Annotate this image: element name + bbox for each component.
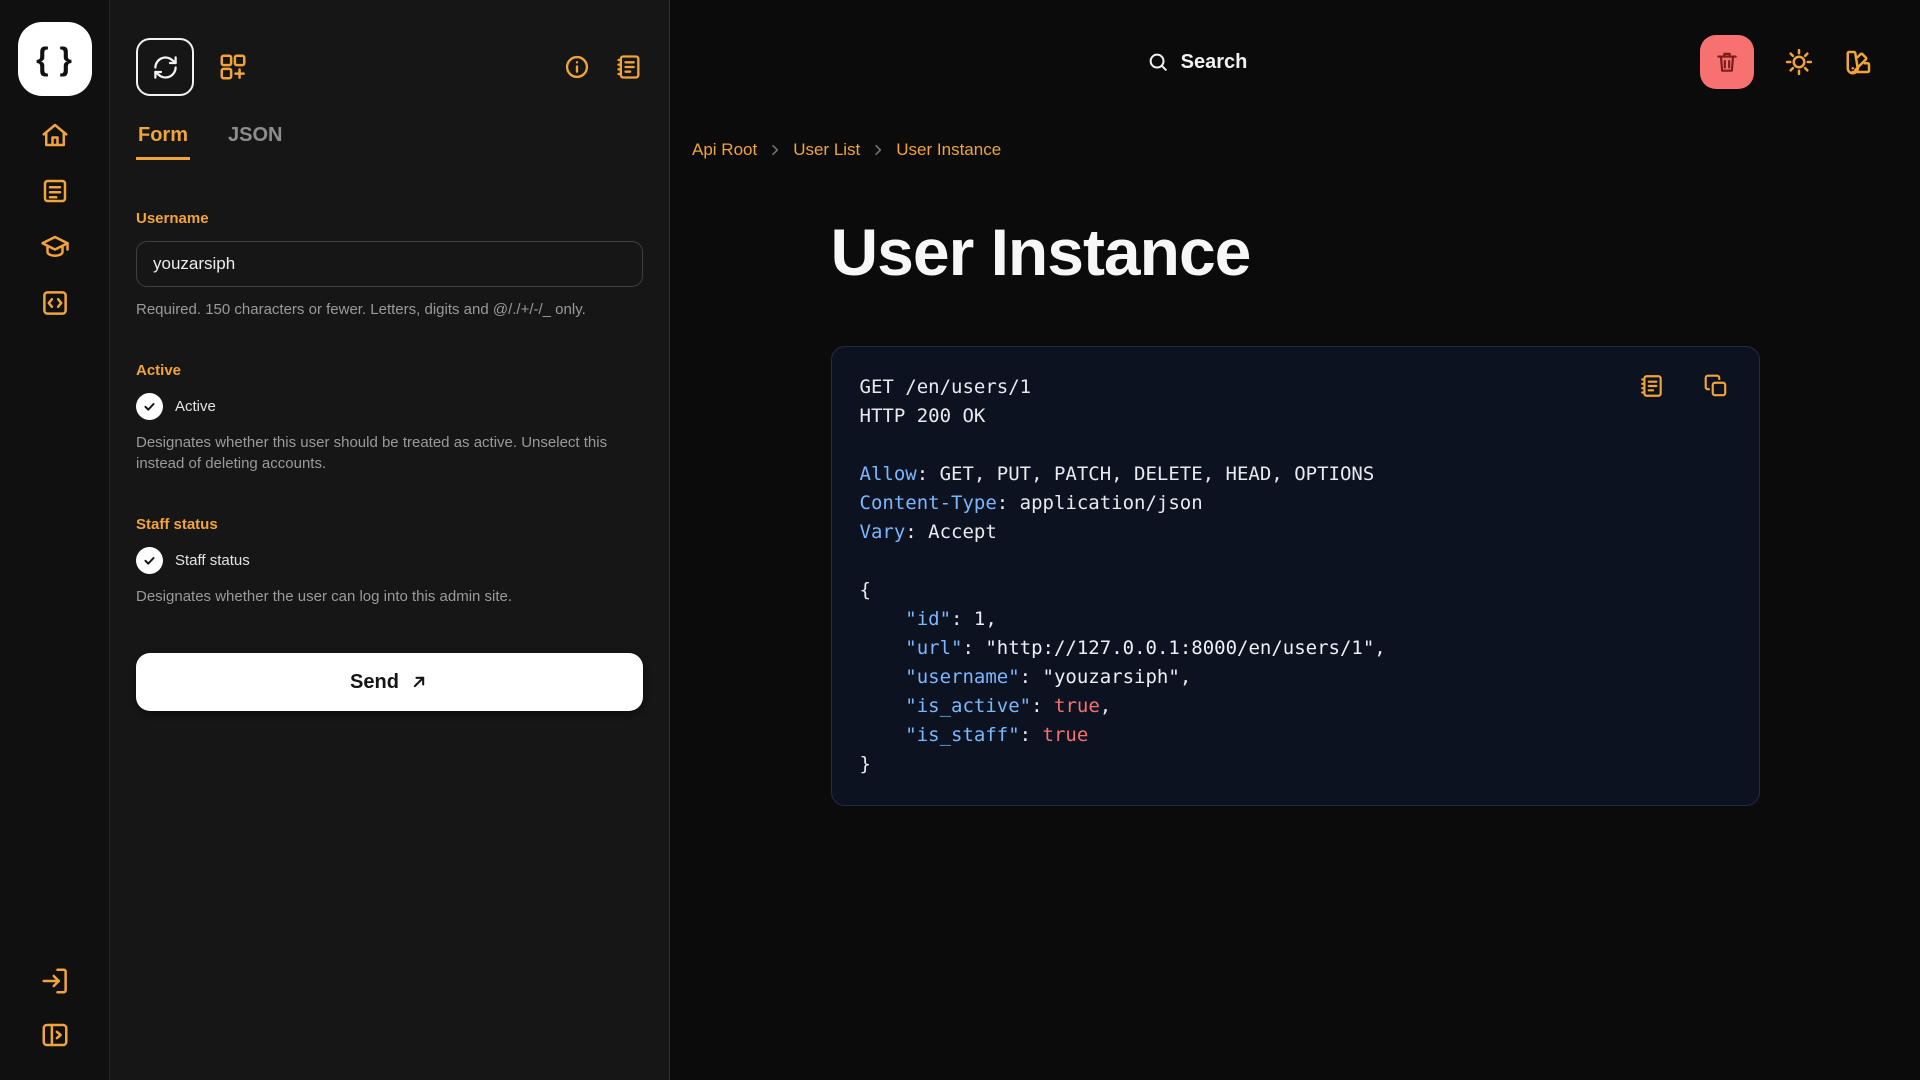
chevron-right-icon — [767, 142, 783, 158]
rail-nav — [40, 120, 70, 318]
main-header: Search — [670, 34, 1920, 90]
search-button[interactable]: Search — [1147, 51, 1248, 74]
docs-icon[interactable] — [40, 176, 70, 206]
rail-bottom — [40, 966, 70, 1050]
refresh-button[interactable] — [136, 38, 194, 96]
panel-tabs: Form JSON — [136, 124, 643, 160]
active-checkbox-row[interactable]: Active — [136, 393, 643, 420]
tab-json[interactable]: JSON — [226, 124, 284, 160]
theme-toggle-icon[interactable] — [1784, 47, 1814, 77]
copy-icon[interactable] — [1703, 373, 1729, 399]
staff-checkbox[interactable] — [136, 547, 163, 574]
trash-icon — [1714, 49, 1740, 75]
info-icon[interactable] — [563, 53, 591, 81]
header-icons — [1700, 35, 1874, 89]
collapse-sidebar-icon[interactable] — [40, 1020, 70, 1050]
delete-button[interactable] — [1700, 35, 1754, 89]
check-icon — [142, 399, 157, 414]
active-checkbox[interactable] — [136, 393, 163, 420]
send-button[interactable]: Send — [136, 653, 643, 711]
app-logo-glyph: { } — [36, 41, 73, 78]
breadcrumb-user-list[interactable]: User List — [793, 140, 860, 160]
breadcrumb: Api Root User List User Instance — [670, 140, 1920, 160]
response-card: GET /en/users/1HTTP 200 OK Allow: GET, P… — [831, 346, 1760, 806]
staff-label: Staff status — [136, 516, 643, 533]
search-wrap: Search — [694, 51, 1700, 74]
card-icons — [1639, 373, 1729, 399]
tab-form[interactable]: Form — [136, 124, 190, 160]
active-field: Active Active Designates whether this us… — [136, 362, 643, 474]
search-label: Search — [1181, 51, 1248, 74]
active-label: Active — [136, 362, 643, 379]
breadcrumb-user-instance[interactable]: User Instance — [896, 140, 1001, 160]
log-icon[interactable] — [615, 53, 643, 81]
send-label: Send — [350, 671, 399, 694]
page-content: User Instance GET /en/users/1HTTP 200 OK… — [831, 160, 1760, 806]
refresh-icon — [152, 54, 179, 81]
username-input[interactable] — [136, 241, 643, 287]
username-label: Username — [136, 210, 643, 227]
icon-rail: { } — [0, 0, 110, 1080]
active-checkbox-label: Active — [175, 398, 216, 415]
api-reference-icon[interactable] — [40, 288, 70, 318]
learn-icon[interactable] — [40, 232, 70, 262]
staff-checkbox-row[interactable]: Staff status — [136, 547, 643, 574]
username-field: Username Required. 150 characters or few… — [136, 210, 643, 320]
panel-toolbar — [136, 38, 643, 96]
username-help: Required. 150 characters or fewer. Lette… — [136, 300, 643, 320]
check-icon — [142, 553, 157, 568]
chevron-right-icon — [870, 142, 886, 158]
code-content: GET /en/users/1HTTP 200 OK Allow: GET, P… — [860, 373, 1731, 779]
active-help: Designates whether this user should be t… — [136, 433, 643, 474]
page-title: User Instance — [831, 214, 1760, 290]
breadcrumb-api-root[interactable]: Api Root — [692, 140, 757, 160]
login-icon[interactable] — [40, 966, 70, 996]
search-icon — [1147, 51, 1169, 73]
palette-icon[interactable] — [1844, 47, 1874, 77]
arrow-up-right-icon — [409, 672, 429, 692]
main-content: Search Api Root User List User Insta — [670, 0, 1920, 1080]
log-icon[interactable] — [1639, 373, 1665, 399]
form-panel: Form JSON Username Required. 150 charact… — [110, 0, 670, 1080]
staff-field: Staff status Staff status Designates whe… — [136, 516, 643, 607]
grid-add-icon[interactable] — [218, 52, 248, 82]
staff-help: Designates whether the user can log into… — [136, 587, 643, 607]
home-icon[interactable] — [40, 120, 70, 150]
app-logo[interactable]: { } — [18, 22, 92, 96]
staff-checkbox-label: Staff status — [175, 552, 250, 569]
